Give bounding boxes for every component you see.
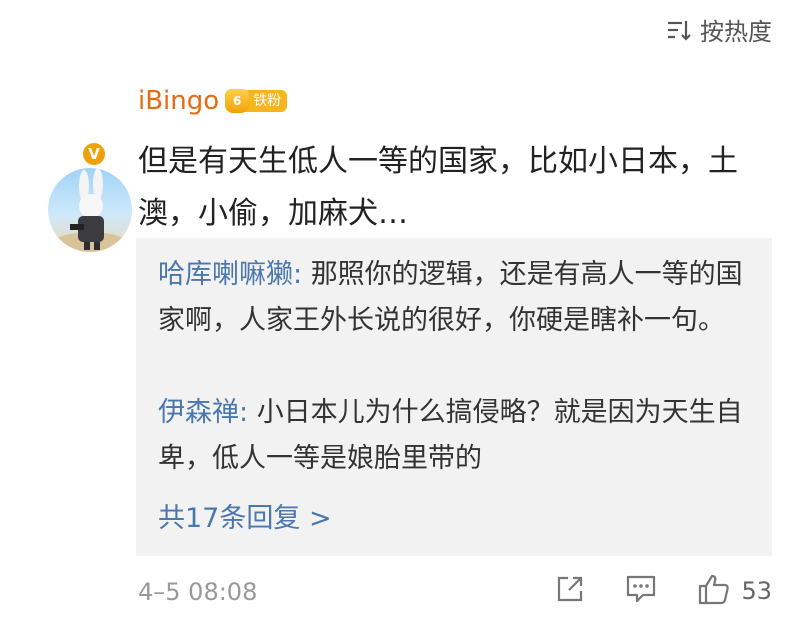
thumbs-up-icon	[697, 572, 731, 610]
action-bar: 53	[555, 572, 772, 610]
comment-text: 但是有天生低人一等的国家，比如小日本，土澳，小偷，加麻犬…	[138, 144, 738, 231]
fan-badge: 6 铁粉	[225, 89, 288, 113]
username[interactable]: iBingo	[138, 86, 219, 116]
view-all-replies-link[interactable]: 共17条回复 >	[158, 496, 332, 542]
reply-separator: :	[239, 397, 257, 428]
fan-badge-label: 铁粉	[245, 90, 288, 112]
like-button[interactable]: 53	[697, 572, 772, 610]
sort-by-hot-button[interactable]: 按热度	[666, 12, 772, 47]
reply-separator: :	[293, 259, 311, 290]
reply-author[interactable]: 伊森禅	[158, 397, 239, 428]
reply-item[interactable]: 哈库喇嘛獭: 那照你的逻辑，还是有高人一等的国家啊，人家王外长说的很好，你硬是瞎…	[158, 252, 754, 344]
sort-icon	[666, 18, 692, 42]
replies-panel: 哈库喇嘛獭: 那照你的逻辑，还是有高人一等的国家啊，人家王外长说的很好，你硬是瞎…	[136, 238, 772, 556]
crown-icon: 6	[225, 89, 250, 113]
sort-label: 按热度	[700, 18, 772, 46]
verified-badge-icon: V	[80, 140, 108, 168]
like-count: 53	[741, 577, 772, 605]
reply-item[interactable]: 伊森禅: 小日本儿为什么搞侵略？就是因为天生自卑，低人一等是娘胎里带的	[158, 390, 754, 482]
timestamp: 4–5 08:08	[138, 578, 258, 606]
comment-icon[interactable]	[625, 574, 657, 608]
reply-author[interactable]: 哈库喇嘛獭	[158, 259, 293, 290]
share-icon[interactable]	[555, 574, 585, 608]
